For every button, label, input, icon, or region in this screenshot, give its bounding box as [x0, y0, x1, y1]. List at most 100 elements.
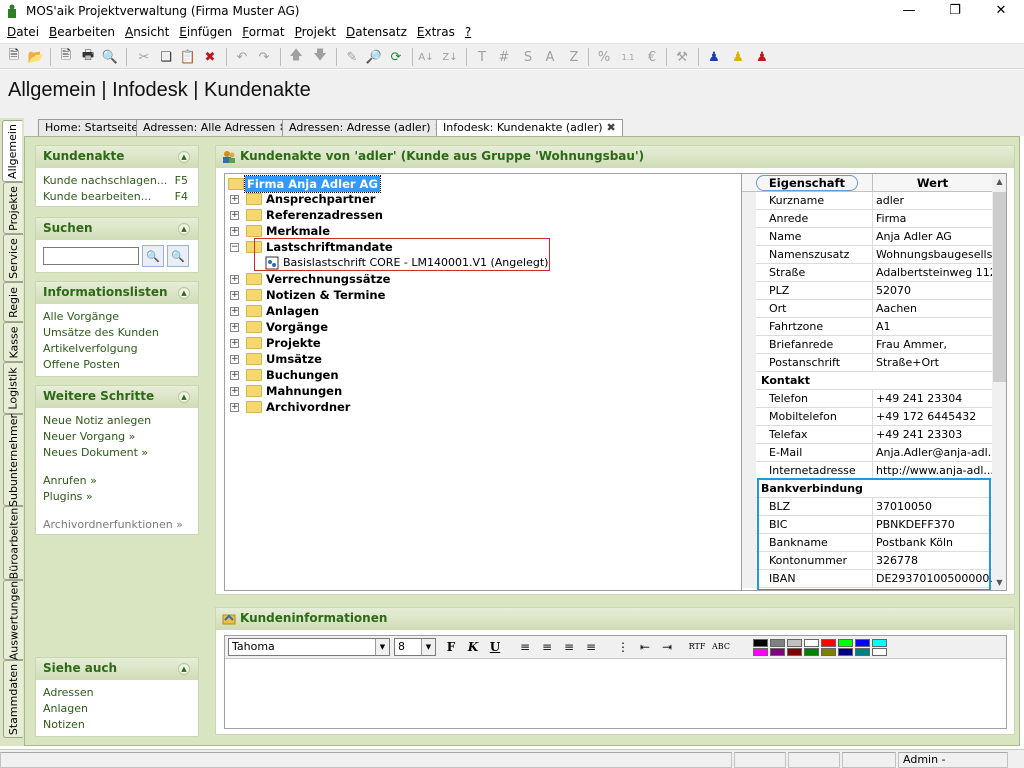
collapse-icon[interactable]: ▲: [178, 287, 190, 299]
property-row[interactable]: PLZ 52070: [742, 282, 992, 300]
align-left-icon[interactable]: ≡: [515, 638, 535, 656]
copy-icon[interactable]: ❏: [156, 47, 176, 67]
property-row[interactable]: Telefax +49 241 23303: [742, 426, 992, 444]
size-select[interactable]: 8 ▼: [394, 638, 436, 656]
undo-icon[interactable]: ↶: [232, 47, 252, 67]
property-row[interactable]: Briefanrede Frau Ammer,: [742, 336, 992, 354]
color-swatch[interactable]: [753, 639, 768, 647]
menu-extras[interactable]: Extras: [412, 22, 460, 42]
expand-icon[interactable]: +: [230, 211, 239, 220]
vtab-auswertungen[interactable]: Auswertungen: [3, 580, 23, 660]
underline-icon[interactable]: U: [485, 638, 505, 656]
property-row[interactable]: Telefon +49 241 23304: [742, 390, 992, 408]
property-section[interactable]: Kontakt: [742, 372, 992, 390]
collapse-icon[interactable]: ▲: [178, 391, 190, 403]
property-row[interactable]: Mobiltelefon +49 172 6445432: [742, 408, 992, 426]
menu-datei[interactable]: Datei: [2, 22, 44, 42]
expand-icon[interactable]: +: [230, 323, 239, 332]
color-swatch[interactable]: [872, 639, 887, 647]
color-swatch[interactable]: [855, 648, 870, 656]
indent-increase-icon[interactable]: ⇥: [657, 638, 677, 656]
scroll-thumb[interactable]: [993, 192, 1006, 382]
color-swatch[interactable]: [787, 639, 802, 647]
neue-notiz-link[interactable]: Neue Notiz anlegen: [36, 413, 198, 429]
menu-projekt[interactable]: Projekt: [290, 22, 341, 42]
paste-icon[interactable]: 📋: [178, 47, 198, 67]
property-row[interactable]: E-Mail Anja.Adler@anja-adl...: [742, 444, 992, 462]
a-format-icon[interactable]: A: [540, 47, 560, 67]
refresh-icon[interactable]: ⟳: [386, 47, 406, 67]
italic-icon[interactable]: K: [463, 638, 483, 656]
color-swatch[interactable]: [838, 639, 853, 647]
color-swatch[interactable]: [770, 648, 785, 656]
alle-vorgaenge-link[interactable]: Alle Vorgänge: [36, 309, 198, 325]
number-format-icon[interactable]: #: [494, 47, 514, 67]
property-row[interactable]: Kurzname adler: [742, 192, 992, 210]
color-swatch[interactable]: [838, 648, 853, 656]
expand-icon[interactable]: +: [230, 227, 239, 236]
property-row[interactable]: Straße Adalbertsteinweg 112: [742, 264, 992, 282]
kundenakte-tree[interactable]: Firma Anja Adler AG + Ansprechpartner + Ref…: [224, 173, 742, 591]
cut-icon[interactable]: ✂: [134, 47, 154, 67]
percent-icon[interactable]: %: [594, 47, 614, 67]
neues-dokument-link[interactable]: Neues Dokument »: [36, 445, 198, 461]
user-yellow-icon[interactable]: ♟: [728, 47, 748, 67]
new-document-icon[interactable]: 🗎: [4, 47, 24, 67]
artikelverfolgung-link[interactable]: Artikelverfolgung: [36, 341, 198, 357]
expand-icon[interactable]: +: [230, 387, 239, 396]
color-swatch[interactable]: [821, 648, 836, 656]
color-swatch[interactable]: [787, 648, 802, 656]
tab-home-startseite[interactable]: Home: Startseite: [38, 119, 146, 136]
vtab-projekte[interactable]: Projekte: [3, 182, 23, 234]
expand-icon[interactable]: +: [230, 291, 239, 300]
vtab-allgemein[interactable]: Allgemein: [2, 120, 22, 182]
property-row[interactable]: Name Anja Adler AG: [742, 228, 992, 246]
vtab-regie[interactable]: Regie: [3, 282, 23, 322]
menu-einfügen[interactable]: Einfügen: [174, 22, 237, 42]
menu-ansicht[interactable]: Ansicht: [120, 22, 174, 42]
suchen-header[interactable]: Suchen ▲: [36, 218, 198, 240]
justify-icon[interactable]: ≡: [581, 638, 601, 656]
align-right-icon[interactable]: ≡: [559, 638, 579, 656]
expand-icon[interactable]: +: [230, 403, 239, 412]
text-format-icon[interactable]: T: [472, 47, 492, 67]
notizen-link[interactable]: Notizen: [36, 717, 198, 733]
spellcheck-icon[interactable]: ABC: [711, 638, 731, 656]
close-button[interactable]: ✕: [978, 0, 1024, 22]
color-swatch[interactable]: [804, 648, 819, 656]
font-select[interactable]: Tahoma ▼: [228, 638, 390, 656]
kunde-nachschlagen-link[interactable]: Kunde nachschlagen... F5: [36, 173, 198, 189]
vtab-stammdaten[interactable]: Stammdaten: [3, 660, 23, 738]
color-swatch[interactable]: [872, 648, 887, 656]
color-swatch[interactable]: [821, 639, 836, 647]
vtab-kasse[interactable]: Kasse: [3, 322, 23, 362]
collapse-icon[interactable]: −: [230, 243, 239, 252]
tab-adresse-adler[interactable]: Adressen: Adresse (adler)✖: [282, 119, 451, 136]
property-grid-scrollbar[interactable]: ▲ ▼: [992, 174, 1006, 590]
tab-close-icon[interactable]: ✖: [607, 121, 616, 134]
editor-text-area[interactable]: [225, 660, 1006, 728]
archivordnerfunktionen-link[interactable]: Archivordnerfunktionen »: [36, 517, 198, 533]
expand-icon[interactable]: +: [230, 275, 239, 284]
property-grid[interactable]: Eigenschaft Wert Kurzname adler Anrede Firm…: [741, 173, 1007, 591]
vtab-service[interactable]: Service: [3, 234, 23, 282]
column-eigenschaft[interactable]: Eigenschaft: [742, 174, 872, 192]
z-format-icon[interactable]: Z: [564, 47, 584, 67]
decimal-icon[interactable]: 1.1: [618, 47, 638, 67]
s-format-icon[interactable]: S: [518, 47, 538, 67]
vtab-subunternehmer[interactable]: Subunternehmer: [3, 413, 23, 507]
plugins-link[interactable]: Plugins »: [36, 489, 198, 505]
vtab-bueroarbeiten[interactable]: Büroarbeiten: [3, 506, 23, 580]
arrow-up-icon[interactable]: 🡅: [286, 47, 306, 67]
restore-button[interactable]: ❐: [932, 0, 978, 22]
expand-icon[interactable]: +: [230, 339, 239, 348]
property-row[interactable]: Ort Aachen: [742, 300, 992, 318]
anlagen-link[interactable]: Anlagen: [36, 701, 198, 717]
color-swatch[interactable]: [753, 648, 768, 656]
scroll-up-icon[interactable]: ▲: [992, 174, 1006, 189]
sort-descending-icon[interactable]: Z↓: [440, 47, 460, 67]
edit-pencil-icon[interactable]: ✎: [342, 47, 362, 67]
color-swatch[interactable]: [804, 639, 819, 647]
delete-icon[interactable]: ✖: [200, 47, 220, 67]
open-folder-icon[interactable]: 📂: [26, 47, 46, 67]
